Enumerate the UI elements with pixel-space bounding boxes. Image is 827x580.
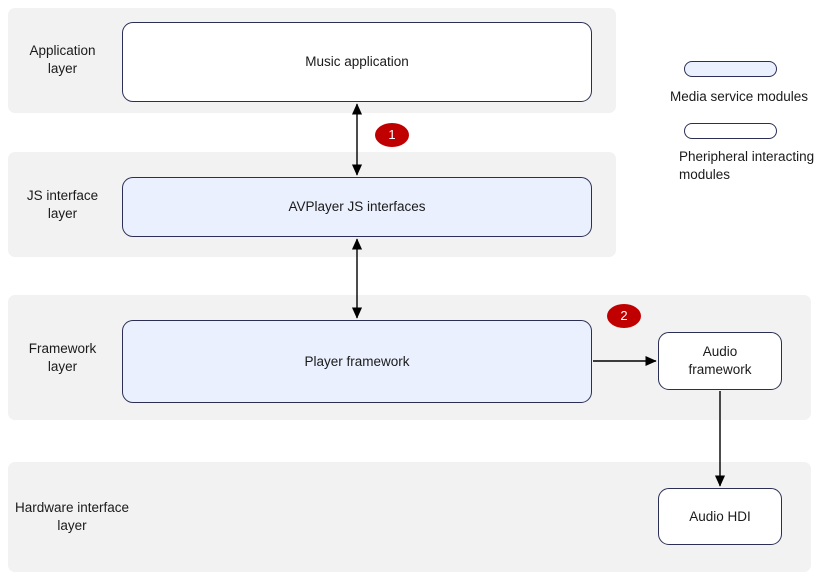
badge-1: 1 <box>375 123 409 147</box>
module-music-application[interactable]: Music application <box>122 22 592 102</box>
layer-label-application: Application layer <box>29 43 96 76</box>
module-audio-hdi[interactable]: Audio HDI <box>658 488 782 545</box>
legend-label-media-service-modules: Media service modules <box>670 89 809 104</box>
legend-swatch-peripheral-interacting-modules <box>684 123 777 139</box>
badge-2: 2 <box>607 304 641 328</box>
module-avplayer-js-interfaces[interactable]: AVPlayer JS interfaces <box>122 177 592 237</box>
module-audio-framework[interactable]: Audio framework <box>658 332 782 390</box>
legend-swatch-media-service-modules <box>684 61 777 77</box>
layer-label-framework: Framework layer <box>28 341 97 374</box>
diagram-canvas: Application layer JS interface layer Fra… <box>0 0 827 580</box>
module-player-framework[interactable]: Player framework <box>122 320 592 403</box>
layer-label-hardware-interface: Hardware interface layer <box>14 500 130 533</box>
legend-label-peripheral-interacting-modules: Pheripheral interacting modules <box>679 149 815 182</box>
layer-label-js-interface: JS interface layer <box>26 188 99 221</box>
